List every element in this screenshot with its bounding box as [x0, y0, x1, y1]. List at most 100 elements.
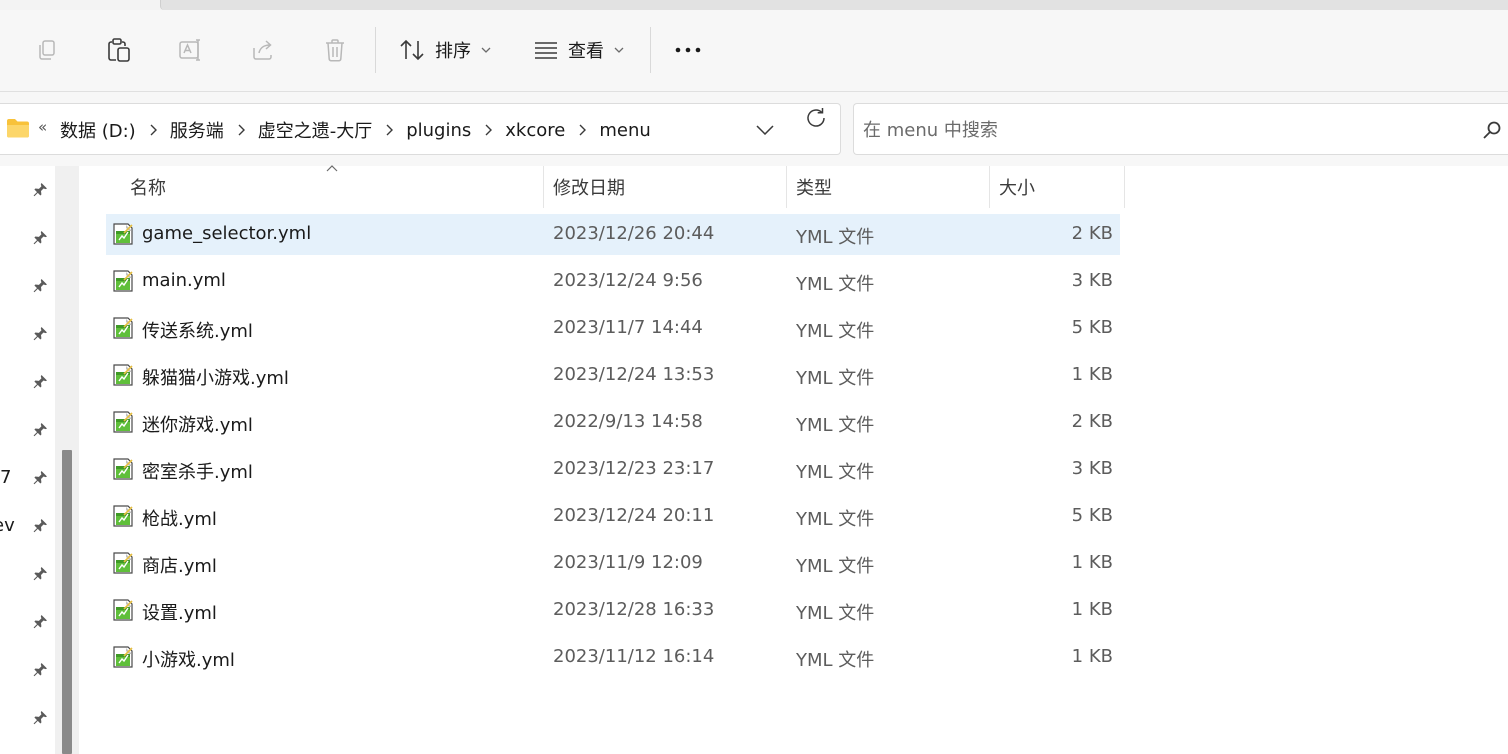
copy-icon [39, 40, 55, 60]
breadcrumb: 数据 (D:) 服务端 虚空之遗-大厅 plugins xkcore menu [58, 117, 653, 143]
column-divider[interactable] [786, 166, 787, 208]
address-bar[interactable]: « 数据 (D:) 服务端 虚空之遗-大厅 plugins xkcore men… [0, 103, 841, 155]
chevron-right-icon[interactable] [138, 124, 168, 136]
window-top-strip [0, 0, 1508, 10]
sort-menu-button[interactable]: 排序 [399, 32, 491, 68]
yml-file-icon [113, 223, 133, 245]
pin-icon[interactable] [31, 229, 49, 247]
nav-item-label[interactable]: lev [0, 515, 15, 536]
file-type: YML 文件 [796, 274, 875, 295]
column-header-type[interactable]: 类型 [796, 166, 832, 208]
chevron-right-icon[interactable] [473, 124, 503, 136]
yml-file-icon [113, 317, 133, 339]
search-box [853, 103, 1508, 155]
chevron-right-icon[interactable] [226, 124, 256, 136]
share-button[interactable] [245, 32, 281, 68]
pin-icon[interactable] [31, 661, 49, 679]
breadcrumb-item-xkcore[interactable]: xkcore [503, 120, 567, 141]
pin-icon[interactable] [31, 277, 49, 295]
file-name: 传送系统.yml [142, 321, 253, 342]
yml-file-icon [113, 505, 133, 527]
breadcrumb-item-drive[interactable]: 数据 (D:) [58, 117, 138, 143]
yml-file-icon [113, 270, 133, 292]
file-row[interactable]: game_selector.yml 2023/12/26 20:44 YML 文… [106, 214, 1120, 261]
view-menu-button[interactable]: 查看 [534, 32, 624, 68]
file-size: 3 KB [1071, 458, 1113, 479]
paste-button[interactable] [101, 32, 137, 68]
column-divider[interactable] [989, 166, 990, 208]
sort-icon [400, 39, 424, 61]
search-icon [1483, 121, 1501, 139]
more-options-button[interactable] [672, 32, 704, 68]
file-type: YML 文件 [796, 556, 875, 577]
file-type: YML 文件 [796, 415, 875, 436]
toolbar-separator [650, 27, 651, 73]
file-name: 枪战.yml [142, 509, 217, 530]
breadcrumb-overflow[interactable]: « [38, 118, 47, 136]
file-modified-date: 2023/11/9 12:09 [553, 552, 703, 573]
column-header-size-label: 大小 [999, 178, 1035, 199]
file-row[interactable]: 设置.yml 2023/12/28 16:33 YML 文件 1 KB [106, 590, 1120, 637]
pin-icon[interactable] [31, 421, 49, 439]
yml-file-icon [113, 599, 133, 621]
pin-icon[interactable] [31, 373, 49, 391]
pin-icon[interactable] [31, 469, 49, 487]
refresh-button[interactable] [802, 104, 830, 132]
pin-icon[interactable] [31, 613, 49, 631]
nav-item-label[interactable]: 7 [0, 467, 11, 488]
file-row[interactable]: 密室杀手.yml 2023/12/23 23:17 YML 文件 3 KB [106, 449, 1120, 496]
column-header-name-label: 名称 [130, 178, 166, 199]
file-type: YML 文件 [796, 462, 875, 483]
column-header-date[interactable]: 修改日期 [553, 166, 625, 208]
file-row[interactable]: 枪战.yml 2023/12/24 20:11 YML 文件 5 KB [106, 496, 1120, 543]
column-header-name[interactable]: 名称 [130, 166, 166, 208]
file-row[interactable]: main.yml 2023/12/24 9:56 YML 文件 3 KB [106, 261, 1120, 308]
folder-icon [7, 119, 29, 138]
sort-ascending-icon [326, 165, 338, 172]
command-bar: 排序 查看 [0, 10, 1508, 92]
column-header-size[interactable]: 大小 [999, 166, 1035, 208]
pin-icon[interactable] [31, 565, 49, 583]
file-modified-date: 2023/12/24 9:56 [553, 270, 703, 291]
address-row: « 数据 (D:) 服务端 虚空之遗-大厅 plugins xkcore men… [0, 92, 1508, 166]
chevron-right-icon[interactable] [567, 124, 597, 136]
navigation-pane: 7 lev [0, 166, 80, 754]
address-history-button[interactable] [752, 118, 778, 142]
file-rows: game_selector.yml 2023/12/26 20:44 YML 文… [106, 214, 1120, 684]
file-size: 1 KB [1071, 364, 1113, 385]
pin-icon[interactable] [31, 181, 49, 199]
pin-icon[interactable] [31, 709, 49, 727]
column-divider[interactable] [543, 166, 544, 208]
file-modified-date: 2023/12/24 20:11 [553, 505, 715, 526]
pin-icon[interactable] [31, 517, 49, 535]
file-modified-date: 2023/12/24 13:53 [553, 364, 715, 385]
search-input[interactable] [863, 116, 1463, 144]
file-row[interactable]: 小游戏.yml 2023/11/12 16:14 YML 文件 1 KB [106, 637, 1120, 684]
nav-scrollbar-thumb[interactable] [62, 450, 72, 754]
pin-icon[interactable] [31, 325, 49, 343]
file-list: 名称 修改日期 类型 大小 game_selector.yml 2023/12/… [80, 165, 1508, 754]
file-row[interactable]: 传送系统.yml 2023/11/7 14:44 YML 文件 5 KB [106, 308, 1120, 355]
column-header-date-label: 修改日期 [553, 178, 625, 199]
chevron-right-icon[interactable] [374, 124, 404, 136]
file-row[interactable]: 商店.yml 2023/11/9 12:09 YML 文件 1 KB [106, 543, 1120, 590]
file-name: 商店.yml [142, 556, 217, 577]
share-icon [253, 40, 272, 60]
breadcrumb-item-lobby[interactable]: 虚空之遗-大厅 [256, 117, 375, 143]
file-row[interactable]: 躲猫猫小游戏.yml 2023/12/24 13:53 YML 文件 1 KB [106, 355, 1120, 402]
file-size: 2 KB [1071, 411, 1113, 432]
file-size: 5 KB [1071, 317, 1113, 338]
view-label: 查看 [568, 41, 604, 62]
column-divider[interactable] [1124, 166, 1125, 208]
rename-icon [179, 39, 200, 61]
column-header-type-label: 类型 [796, 178, 832, 199]
file-row[interactable]: 迷你游戏.yml 2022/9/13 14:58 YML 文件 2 KB [106, 402, 1120, 449]
copy-button[interactable] [29, 32, 65, 68]
rename-button[interactable] [173, 32, 209, 68]
delete-button[interactable] [317, 32, 353, 68]
breadcrumb-item-menu[interactable]: menu [597, 120, 652, 141]
refresh-icon [807, 108, 825, 127]
file-name: 设置.yml [142, 603, 217, 624]
breadcrumb-item-plugins[interactable]: plugins [404, 120, 473, 141]
breadcrumb-item-server[interactable]: 服务端 [168, 117, 226, 143]
